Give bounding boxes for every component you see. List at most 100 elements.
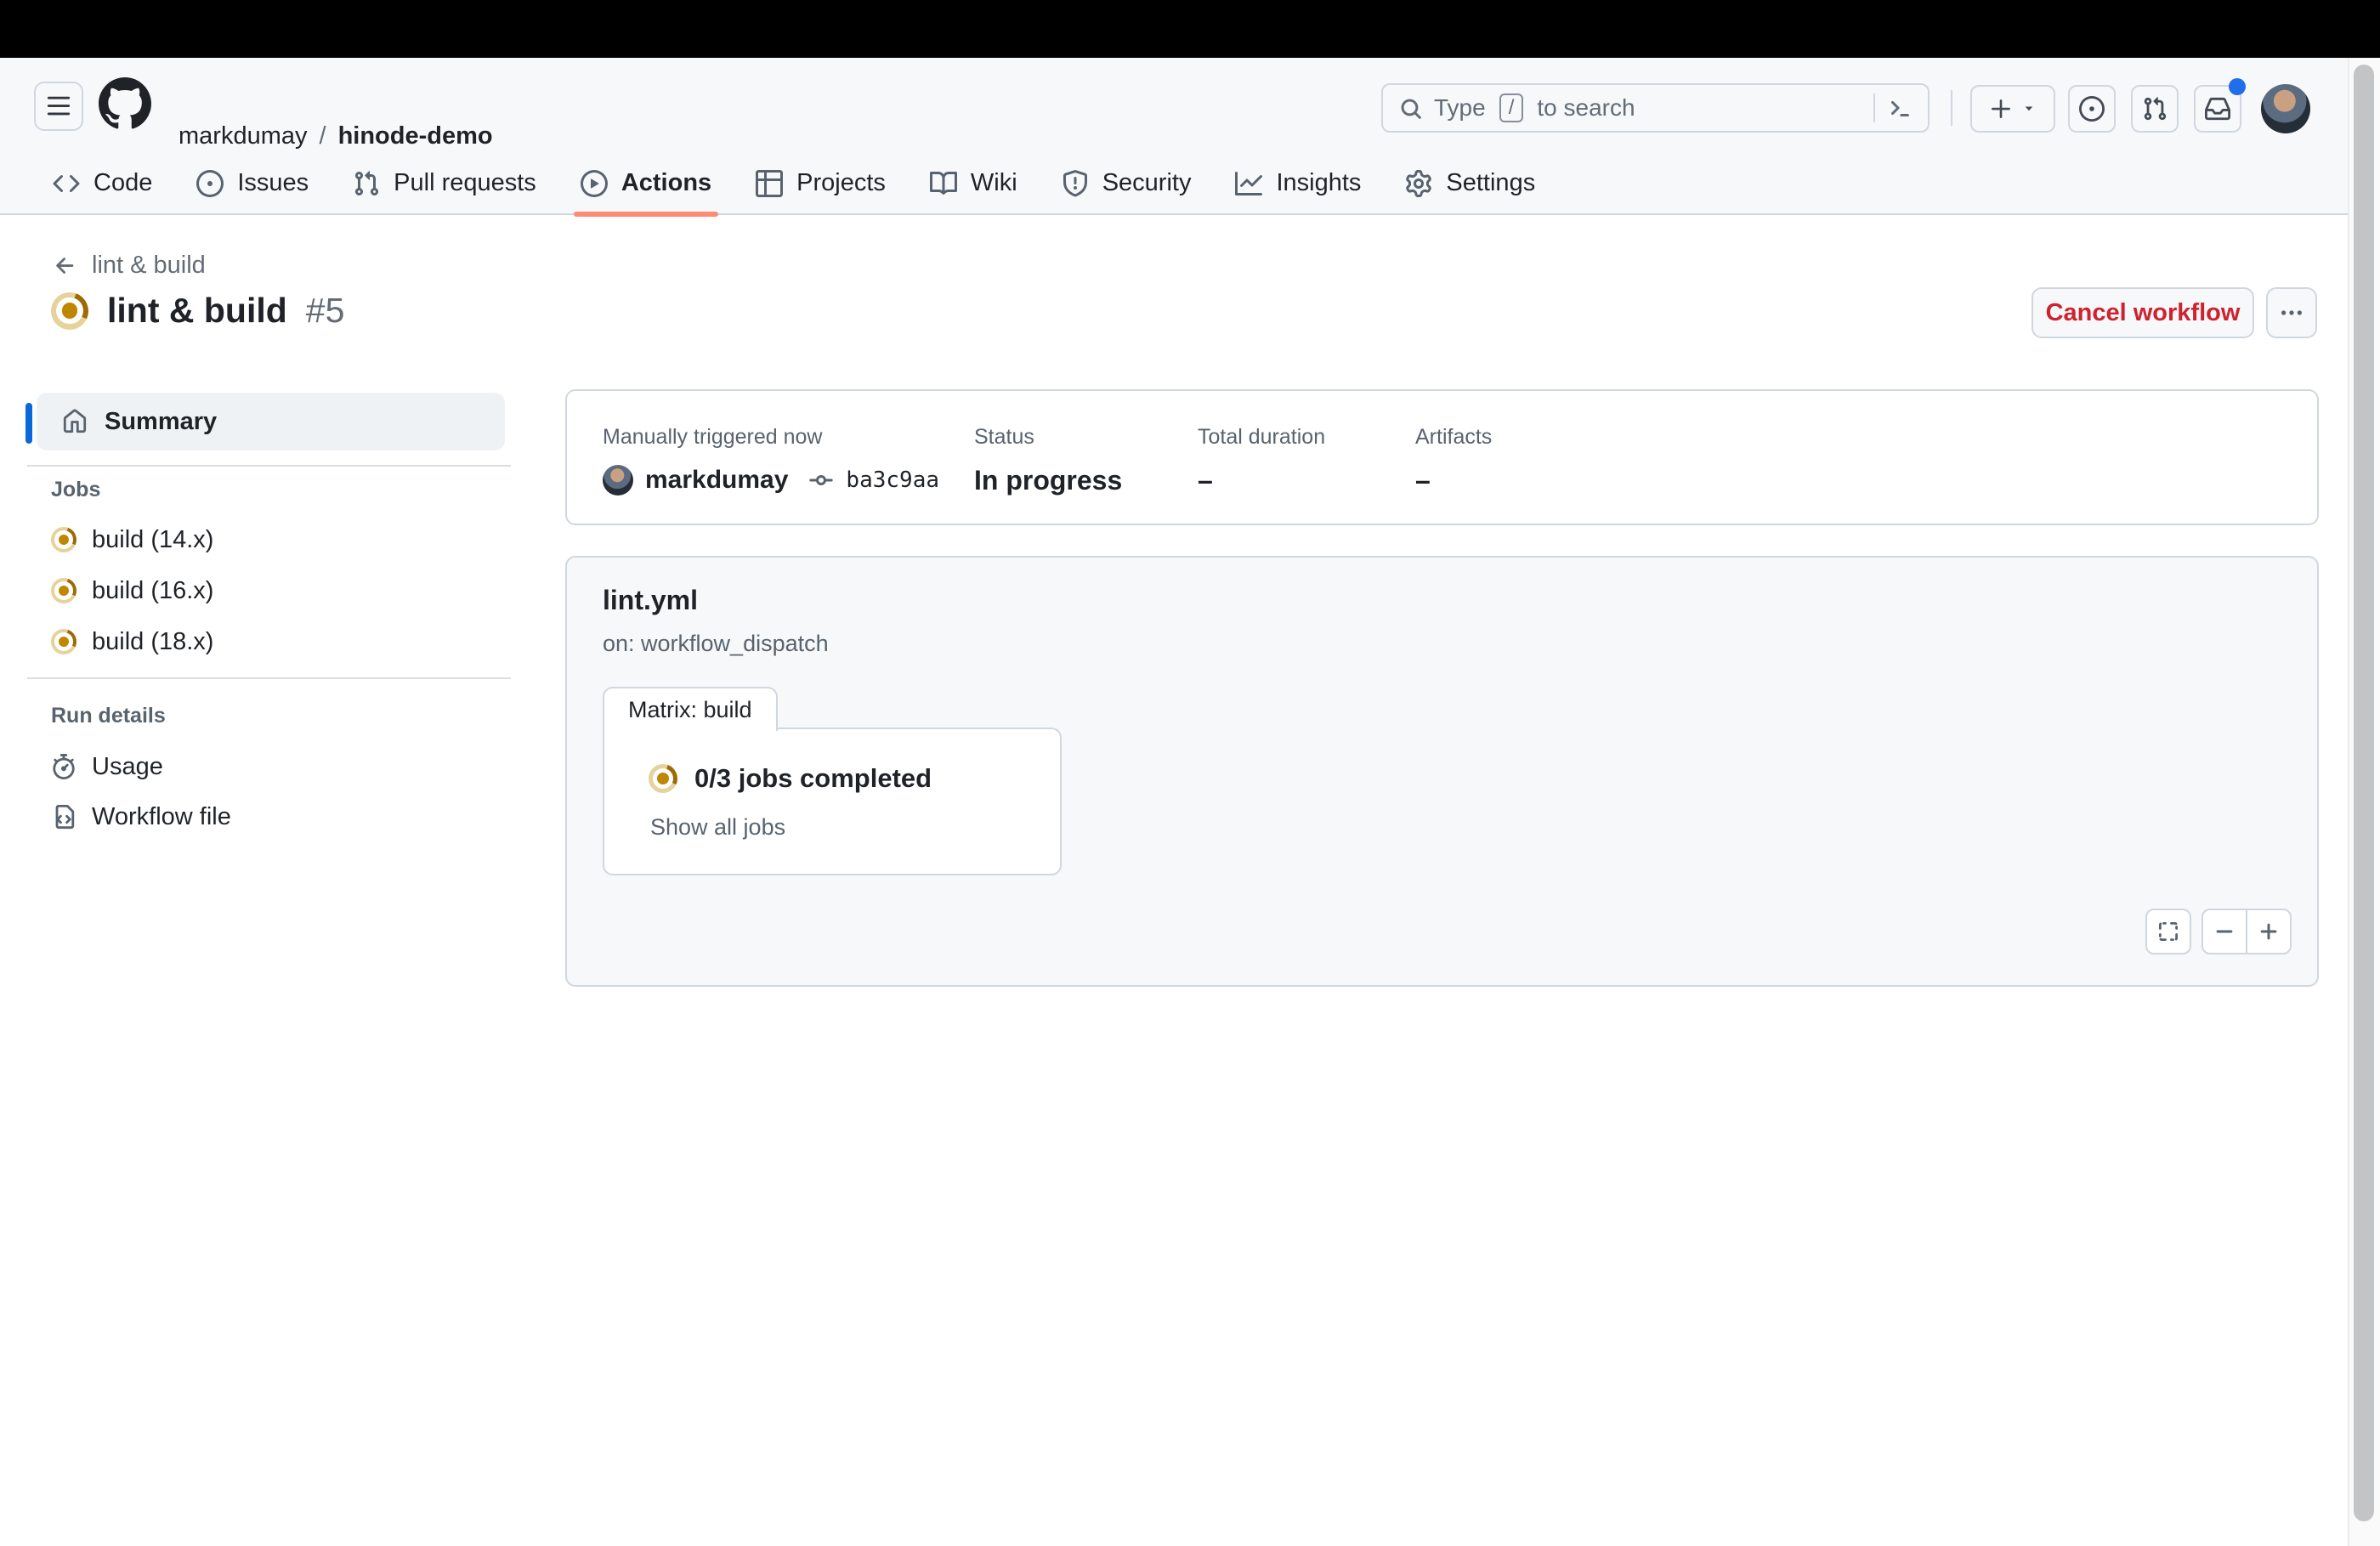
tab-code[interactable]: Code xyxy=(31,151,174,215)
trigger-column: Manually triggered now markdumay ba3c9aa xyxy=(603,425,939,496)
tab-issues[interactable]: Issues xyxy=(174,151,331,215)
zoom-in-button[interactable] xyxy=(2246,910,2290,953)
workflow-file-label: Workflow file xyxy=(92,802,231,830)
arrow-left-icon xyxy=(56,257,74,274)
tab-label: Settings xyxy=(1446,169,1536,196)
tab-label: Insights xyxy=(1276,169,1362,196)
tab-label: Issues xyxy=(237,169,309,196)
graph-controls xyxy=(2145,909,2292,954)
artifacts-value: – xyxy=(1415,465,1431,496)
workflow-graph-card: lint.yml on: workflow_dispatch Matrix: b… xyxy=(565,556,2319,987)
shield-icon xyxy=(1062,169,1087,196)
global-nav-menu-button[interactable] xyxy=(34,82,83,131)
matrix-build-card[interactable]: 0/3 jobs completed Show all jobs xyxy=(603,728,1062,875)
duration-label: Total duration xyxy=(1198,425,1326,449)
run-summary-card: Manually triggered now markdumay ba3c9aa… xyxy=(565,389,2319,525)
fullscreen-icon xyxy=(2158,921,2179,942)
tab-projects[interactable]: Projects xyxy=(734,151,908,215)
zoom-out-button[interactable] xyxy=(2203,910,2246,953)
zoom-controls xyxy=(2202,909,2292,954)
plus-icon xyxy=(2260,923,2277,940)
actor-name[interactable]: markdumay xyxy=(645,466,788,495)
repo-nav: Code Issues Pull requests Actions Projec… xyxy=(31,151,1557,217)
header-pull-requests-button[interactable] xyxy=(2131,85,2179,133)
back-link[interactable]: lint & build xyxy=(53,252,206,280)
show-all-jobs-link[interactable]: Show all jobs xyxy=(650,814,1060,841)
usage-label: Usage xyxy=(92,752,163,780)
search-divider xyxy=(1873,93,1875,122)
artifacts-column: Artifacts – xyxy=(1415,425,1492,496)
scrollbar-thumb[interactable] xyxy=(2354,65,2374,1521)
back-label: lint & build xyxy=(92,252,206,279)
stopwatch-icon xyxy=(53,754,75,779)
sidebar-item-summary[interactable]: Summary xyxy=(37,393,505,450)
kebab-horizontal-icon xyxy=(2281,310,2302,315)
cancel-workflow-button[interactable]: Cancel workflow xyxy=(2032,287,2254,338)
breadcrumb-owner[interactable]: markdumay xyxy=(178,122,308,150)
notification-dot xyxy=(2229,78,2246,95)
breadcrumb-separator: / xyxy=(319,122,326,150)
table-icon xyxy=(756,169,784,197)
sidebar-active-indicator xyxy=(26,403,32,444)
book-icon xyxy=(929,171,957,195)
create-new-button[interactable] xyxy=(1970,85,2055,133)
in-progress-icon xyxy=(649,764,677,793)
cancel-workflow-label: Cancel workflow xyxy=(2045,298,2241,326)
tab-actions[interactable]: Actions xyxy=(558,151,734,217)
status-value: In progress xyxy=(974,465,1123,496)
tab-insights[interactable]: Insights xyxy=(1213,151,1383,215)
sidebar-job-build-16x[interactable]: build (16.x) xyxy=(37,567,505,614)
in-progress-icon xyxy=(51,292,88,330)
artifacts-label: Artifacts xyxy=(1415,425,1493,449)
trigger-label: Manually triggered now xyxy=(603,425,823,449)
tab-wiki[interactable]: Wiki xyxy=(908,151,1040,215)
tab-settings[interactable]: Settings xyxy=(1383,151,1557,215)
run-details-heading: Run details xyxy=(51,704,166,728)
matrix-tab-label: Matrix: build xyxy=(628,696,752,722)
tab-label: Wiki xyxy=(970,169,1017,196)
github-logo[interactable] xyxy=(99,77,151,130)
slash-keycap: / xyxy=(1499,93,1524,122)
file-code-icon xyxy=(55,804,75,830)
jobs-heading: Jobs xyxy=(51,478,101,501)
matrix-build-tab[interactable]: Matrix: build xyxy=(603,687,778,731)
code-icon xyxy=(53,174,80,192)
user-avatar[interactable] xyxy=(2261,84,2310,133)
issue-opened-icon xyxy=(2079,96,2105,122)
command-palette-icon[interactable] xyxy=(1887,95,1912,121)
graph-icon xyxy=(1235,171,1263,195)
job-label: build (14.x) xyxy=(92,525,214,553)
tab-label: Projects xyxy=(796,169,886,196)
breadcrumb-repo[interactable]: hinode-demo xyxy=(338,122,493,150)
run-options-button[interactable] xyxy=(2266,287,2317,338)
plus-icon xyxy=(1992,99,2010,118)
actor-avatar[interactable] xyxy=(603,465,633,496)
status-label: Status xyxy=(974,425,1034,449)
sidebar-item-usage[interactable]: Usage xyxy=(37,743,505,790)
home-icon xyxy=(63,409,87,433)
status-column: Status In progress xyxy=(974,425,1122,496)
search-input[interactable]: Type / to search xyxy=(1381,83,1930,133)
git-pull-request-icon xyxy=(355,170,379,195)
job-label: build (16.x) xyxy=(92,576,214,604)
sidebar-divider xyxy=(27,465,511,467)
duration-value: – xyxy=(1198,465,1213,496)
tab-pull-requests[interactable]: Pull requests xyxy=(331,151,558,215)
commit-hash[interactable]: ba3c9aa xyxy=(846,467,939,493)
workflow-file-name: lint.yml xyxy=(603,585,699,615)
workflow-trigger: on: workflow_dispatch xyxy=(603,631,829,656)
git-pull-request-icon xyxy=(2144,97,2167,121)
sidebar-item-workflow-file[interactable]: Workflow file xyxy=(37,793,505,841)
fullscreen-button[interactable] xyxy=(2145,909,2191,954)
sidebar-summary-label: Summary xyxy=(105,407,218,435)
chevron-down-icon xyxy=(2025,106,2033,111)
tab-security[interactable]: Security xyxy=(1040,151,1214,215)
tab-label: Security xyxy=(1102,169,1192,196)
header-issues-button[interactable] xyxy=(2068,85,2116,133)
sidebar-job-build-14x[interactable]: build (14.x) xyxy=(37,516,505,563)
minus-icon xyxy=(2216,930,2233,933)
in-progress-icon xyxy=(51,527,76,552)
run-title-row: lint & build #5 xyxy=(51,291,344,331)
inbox-icon xyxy=(2205,97,2230,121)
sidebar-job-build-18x[interactable]: build (18.x) xyxy=(37,618,505,665)
